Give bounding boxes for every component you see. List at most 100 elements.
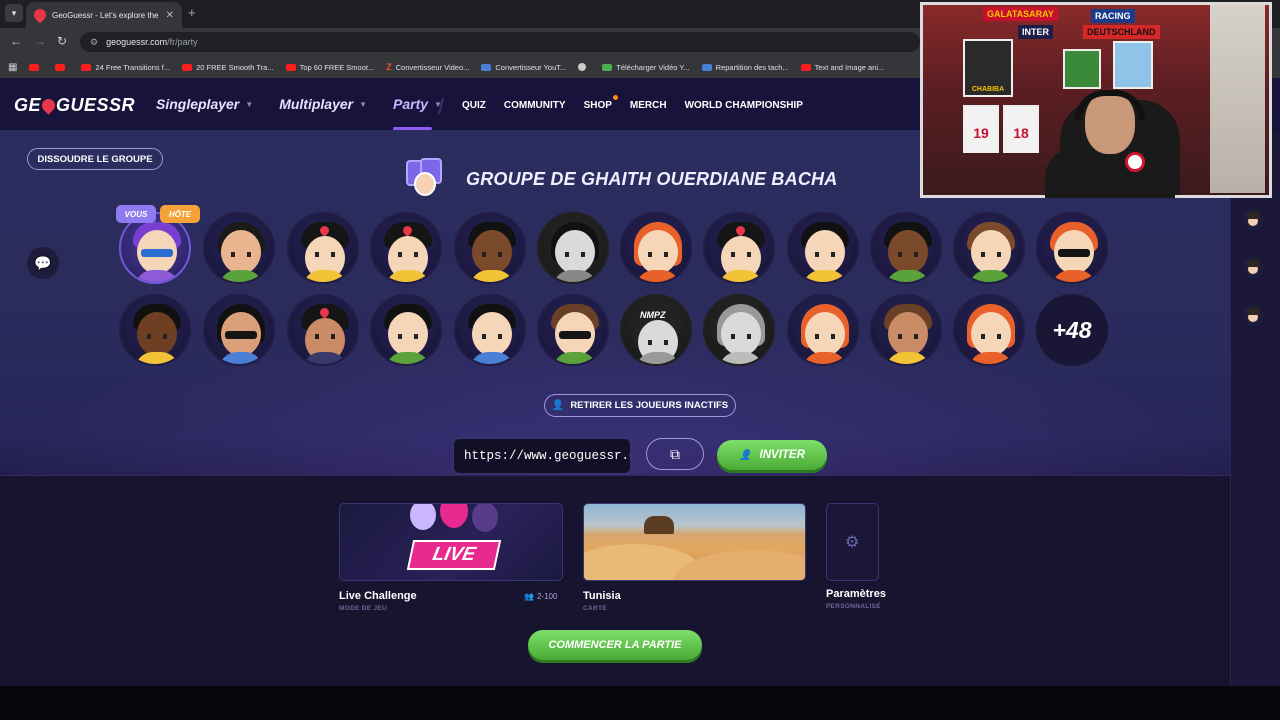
live-tag: LIVE — [406, 540, 502, 570]
player-count: 👥 2-100 — [524, 592, 558, 601]
tab-search-button[interactable]: ▾ — [5, 4, 23, 22]
settings-card[interactable]: ⚙ — [826, 503, 879, 581]
close-tab-icon[interactable]: ✕ — [166, 10, 174, 21]
youtube-icon — [285, 63, 296, 71]
bookmark-item[interactable]: Text and Image ani... — [800, 63, 884, 72]
chevron-down-icon: ▼ — [245, 99, 254, 109]
nav-world-championship[interactable]: WORLD CHAMPIONSHIP — [685, 100, 803, 111]
player-avatar[interactable] — [454, 212, 526, 284]
bookmark-item[interactable]: Repartition des tach... — [701, 63, 789, 72]
more-players-count[interactable]: +48 — [1036, 294, 1108, 366]
converter-icon — [481, 63, 492, 71]
friend-avatar[interactable] — [1242, 304, 1264, 326]
player-avatar[interactable] — [287, 294, 359, 366]
map-label: CARTE — [583, 605, 607, 612]
bookmark-item[interactable]: Convertisseur YouT... — [481, 63, 566, 72]
invite-button[interactable]: 👤 INVITER — [717, 440, 827, 470]
nav-quiz[interactable]: QUIZ — [462, 100, 486, 111]
framed-shirt: 18 — [1003, 105, 1039, 153]
dissolve-group-button[interactable]: DISSOUDRE LE GROUPE — [27, 148, 163, 170]
player-avatar[interactable] — [537, 212, 609, 284]
map-card[interactable] — [583, 503, 806, 581]
player-avatar[interactable] — [787, 294, 859, 366]
remove-inactive-button[interactable]: 👤 RETIRER LES JOUEURS INACTIFS — [544, 394, 736, 417]
wall-poster: CHABIBA — [963, 39, 1013, 97]
wall-banner: DEUTSCHLAND — [1083, 25, 1160, 39]
download-icon — [602, 63, 613, 71]
apps-grid-icon[interactable]: ▦ — [8, 62, 17, 73]
bookmark-item[interactable]: Top 60 FREE Smoot... — [285, 63, 374, 72]
bookmark-item[interactable] — [55, 63, 69, 71]
chevron-down-icon: ▼ — [359, 99, 368, 109]
nav-party[interactable]: Party ▼ — [393, 96, 442, 130]
bookmark-item[interactable]: 20 FREE Smooth Tra... — [182, 63, 274, 72]
you-badge: VOUS — [116, 205, 156, 223]
player-avatar[interactable] — [119, 294, 191, 366]
forward-arrow-icon[interactable]: → — [34, 34, 46, 48]
main-nav: Singleplayer ▼ Multiplayer ▼ Party ▼ — [156, 96, 442, 130]
bookmark-item[interactable]: 24 Free Transitions f... — [81, 63, 170, 72]
bookmark-item[interactable]: Z Convertisseur Video... — [386, 62, 469, 72]
youtube-icon — [55, 63, 66, 71]
bookmark-item[interactable] — [29, 63, 43, 71]
framed-shirt: 19 — [963, 105, 999, 153]
nav-shop[interactable]: SHOP — [584, 95, 618, 111]
nav-merch[interactable]: MERCH — [630, 100, 667, 111]
bottom-bar — [0, 686, 1280, 720]
nav-multiplayer[interactable]: Multiplayer ▼ — [279, 96, 367, 112]
player-avatar[interactable] — [370, 294, 442, 366]
game-mode-label: MODE DE JEU — [339, 605, 388, 612]
settings-label: PERSONNALISÉ — [826, 603, 881, 610]
youtube-icon — [29, 63, 40, 71]
friend-avatar[interactable] — [1242, 208, 1264, 230]
player-avatar[interactable] — [870, 212, 942, 284]
notification-dot — [612, 95, 618, 100]
player-avatar[interactable] — [370, 212, 442, 284]
back-arrow-icon[interactable]: ← — [10, 34, 22, 48]
game-mode-title: Live Challenge — [339, 590, 417, 602]
start-game-button[interactable]: COMMENCER LA PARTIE — [528, 630, 702, 660]
player-avatar[interactable] — [537, 294, 609, 366]
invite-link-field[interactable]: https://www.geoguessr.com/join — [453, 438, 631, 474]
site-settings-icon[interactable]: ⚙ — [90, 37, 98, 48]
player-avatar[interactable] — [953, 212, 1025, 284]
player-avatar[interactable] — [703, 294, 775, 366]
host-badge: HÔTE — [160, 205, 200, 223]
player-avatar[interactable] — [620, 212, 692, 284]
webcam-door — [1210, 5, 1265, 193]
url-omnibox[interactable]: ⚙ geoguessr.com/fr/party — [80, 32, 920, 52]
nav-singleplayer[interactable]: Singleplayer ▼ — [156, 96, 253, 112]
nav-community[interactable]: COMMUNITY — [504, 100, 566, 111]
copy-link-button[interactable]: ⧉ — [646, 438, 704, 470]
map-title: Tunisia — [583, 590, 621, 602]
url-host: geoguessr.com — [106, 37, 168, 47]
url-path: /fr/party — [167, 37, 198, 47]
wall-banner: INTER — [1018, 25, 1053, 39]
secondary-nav: QUIZ COMMUNITY SHOP MERCH WORLD CHAMPION… — [462, 95, 803, 111]
player-avatar[interactable] — [703, 212, 775, 284]
player-avatar[interactable] — [787, 212, 859, 284]
player-avatar[interactable] — [287, 212, 359, 284]
game-mode-card[interactable]: LIVE — [339, 503, 563, 581]
club-crest-icon — [1125, 152, 1145, 172]
player-avatar[interactable] — [953, 294, 1025, 366]
friend-avatar[interactable] — [1242, 256, 1264, 278]
geoguessr-logo[interactable]: GE GUESSR — [14, 95, 135, 116]
map-pin-icon — [39, 96, 58, 115]
youtube-icon — [81, 63, 92, 71]
player-avatar[interactable] — [454, 294, 526, 366]
player-avatar[interactable] — [203, 212, 275, 284]
bookmark-item[interactable]: Télécharger Vidéo Y... — [602, 63, 690, 72]
bookmark-item[interactable] — [578, 63, 590, 71]
chat-button[interactable]: 💬 — [27, 247, 59, 279]
player-avatar[interactable] — [870, 294, 942, 366]
new-tab-icon[interactable]: + — [188, 5, 196, 20]
settings-title: Paramètres — [826, 588, 886, 600]
reload-icon[interactable]: ↻ — [57, 34, 67, 48]
browser-tab[interactable]: GeoGuessr - Let's explore the w ✕ — [26, 2, 182, 28]
player-avatar[interactable]: NMPZ — [620, 294, 692, 366]
party-group-icon — [404, 158, 450, 200]
player-avatar[interactable] — [1036, 212, 1108, 284]
player-avatar[interactable] — [203, 294, 275, 366]
docs-icon — [701, 63, 712, 71]
